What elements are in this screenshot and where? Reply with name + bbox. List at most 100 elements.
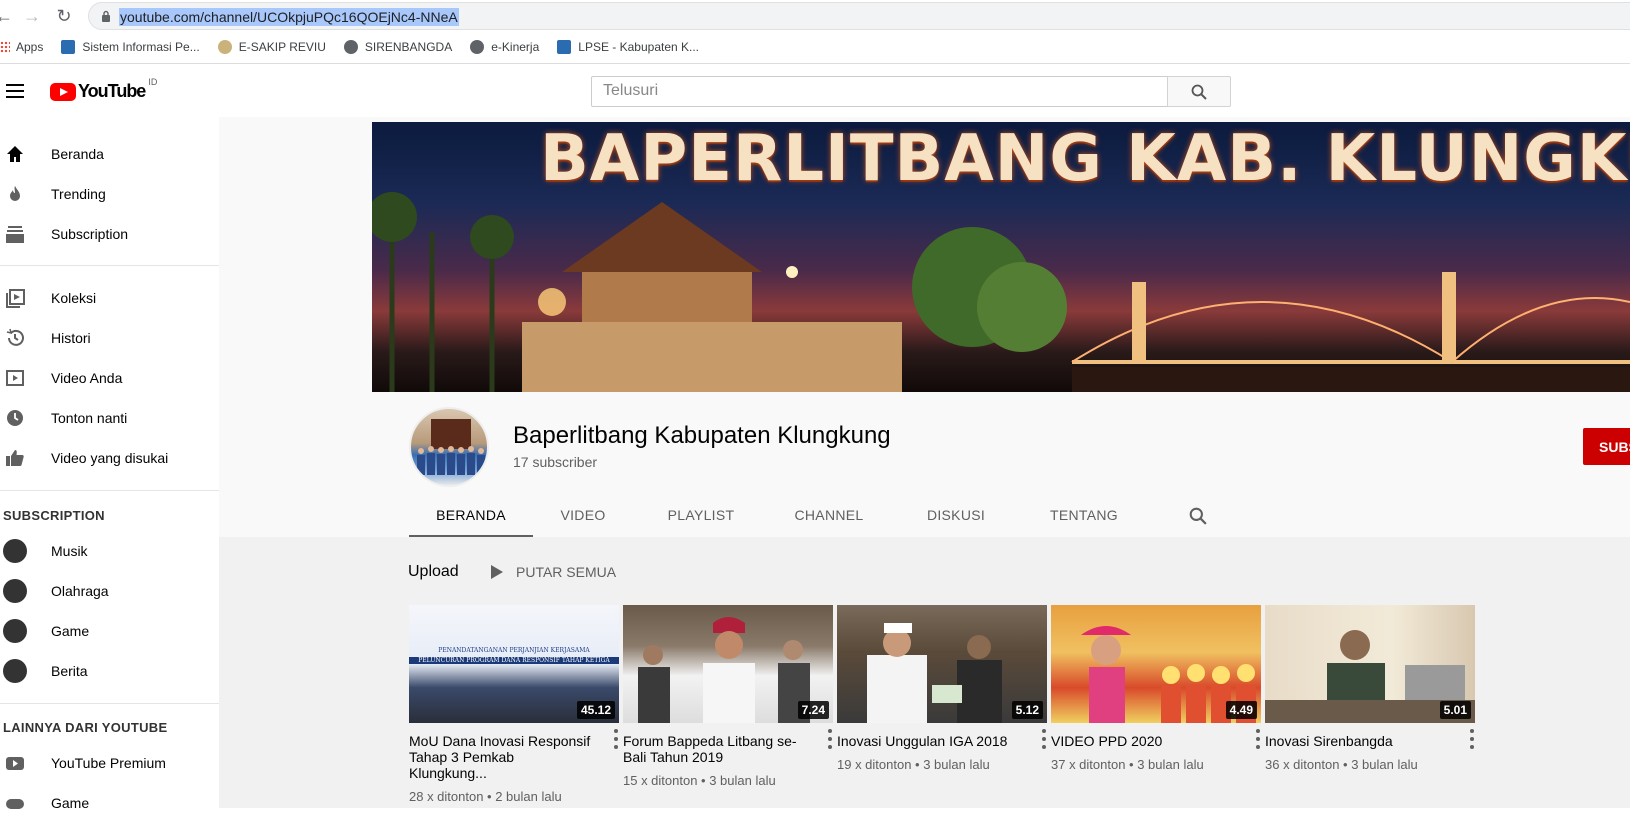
- bookmark-sirenbangda[interactable]: SIRENBANGDA: [343, 40, 452, 54]
- sidebar: Beranda Trending Subscription Koleksi Hi…: [0, 117, 219, 811]
- flame-icon: [10, 186, 20, 201]
- sidebar-item-video-disukai[interactable]: Video yang disukai: [0, 438, 219, 478]
- sidebar-item-histori[interactable]: Histori: [0, 318, 219, 358]
- youtube-header: YouTube ID Telusuri: [0, 65, 1630, 117]
- video-card[interactable]: PENANDATANGANAN PERJANJIAN KERJASAMA PEL…: [409, 605, 619, 804]
- video-card[interactable]: 4.49 VIDEO PPD 2020 37 x ditonton • 3 bu…: [1051, 605, 1261, 772]
- tab-video[interactable]: VIDEO: [545, 490, 621, 538]
- gamepad-icon: [6, 799, 24, 809]
- news-channel-icon: [3, 659, 27, 683]
- group-photo-image: [417, 419, 485, 475]
- video-thumbnail[interactable]: 5.12: [837, 605, 1047, 723]
- sidebar-item-game-2[interactable]: Game: [0, 783, 219, 823]
- play-all-button[interactable]: PUTAR SEMUA: [491, 564, 616, 580]
- gaming-channel-icon: [3, 619, 27, 643]
- video-card[interactable]: 5.01 Inovasi Sirenbangda 36 x ditonton •…: [1265, 605, 1475, 772]
- bookmark-e-kinerja[interactable]: e-Kinerja: [470, 40, 539, 54]
- sidebar-divider: [0, 703, 219, 704]
- globe-icon: [343, 40, 358, 54]
- library-icon: [6, 289, 25, 308]
- emblem-icon: [217, 40, 232, 54]
- search-button[interactable]: [1167, 76, 1231, 107]
- reload-icon[interactable]: ↻: [52, 4, 76, 28]
- forward-arrow-icon[interactable]: →: [20, 4, 44, 28]
- back-arrow-icon[interactable]: ←: [0, 4, 16, 28]
- sidebar-item-musik[interactable]: Musik: [0, 531, 219, 571]
- bookmark-sistem-informasi[interactable]: Sistem Informasi Pe...: [61, 40, 200, 54]
- sidebar-item-trending[interactable]: Trending: [0, 174, 219, 214]
- bookmark-lpse[interactable]: LPSE - Kabupaten K...: [557, 40, 699, 54]
- video-meta: 37 x ditonton • 3 bulan lalu: [1051, 757, 1204, 772]
- youtube-logo[interactable]: YouTube ID: [50, 77, 157, 102]
- tab-beranda[interactable]: BERANDA: [409, 490, 533, 538]
- video-duration: 4.49: [1225, 701, 1257, 719]
- browser-chrome: ← → ↻ youtube.com/channel/UCOkpjuPQc16QO…: [0, 0, 1630, 64]
- bookmark-e-sakip[interactable]: E-SAKIP REVIU: [217, 40, 326, 54]
- tab-channel[interactable]: CHANNEL: [775, 490, 883, 538]
- bookmarks-bar: Apps Sistem Informasi Pe... E-SAKIP REVI…: [0, 36, 717, 58]
- tab-diskusi[interactable]: DISKUSI: [909, 490, 1003, 538]
- sidebar-item-youtube-premium[interactable]: YouTube Premium: [0, 743, 219, 783]
- more-vert-icon[interactable]: [1041, 729, 1047, 749]
- menu-icon[interactable]: [6, 84, 24, 98]
- channel-header: Baperlitbang Kabupaten Klungkung 17 subs…: [219, 392, 1630, 538]
- sidebar-item-olahraga[interactable]: Olahraga: [0, 571, 219, 611]
- sidebar-item-koleksi[interactable]: Koleksi: [0, 278, 219, 318]
- video-title[interactable]: Inovasi Unggulan IGA 2018: [837, 733, 1019, 749]
- tab-tentang[interactable]: TENTANG: [1029, 490, 1139, 538]
- your-videos-icon: [6, 370, 24, 386]
- more-vert-icon[interactable]: [827, 729, 833, 749]
- video-title[interactable]: VIDEO PPD 2020: [1051, 733, 1233, 749]
- video-title[interactable]: Inovasi Sirenbangda: [1265, 733, 1447, 749]
- video-card[interactable]: 5.12 Inovasi Unggulan IGA 2018 19 x dito…: [837, 605, 1047, 772]
- globe-icon: [470, 40, 485, 54]
- sidebar-item-game[interactable]: Game: [0, 611, 219, 651]
- more-vert-icon[interactable]: [613, 729, 619, 749]
- tab-playlist[interactable]: PLAYLIST: [651, 490, 751, 538]
- video-duration: 7.24: [797, 701, 829, 719]
- channel-banner: BAPERLITBANG KAB. KLUNGKUNG: [372, 122, 1630, 392]
- video-thumbnail[interactable]: 7.24: [623, 605, 833, 723]
- sidebar-item-subscription[interactable]: Subscription: [0, 214, 219, 254]
- video-title[interactable]: MoU Dana Inovasi Responsif Tahap 3 Pemka…: [409, 733, 591, 781]
- search-icon: [1191, 84, 1207, 100]
- subscribe-button[interactable]: SUBSCRIBE: [1583, 428, 1630, 465]
- channel-name: Baperlitbang Kabupaten Klungkung: [513, 422, 891, 449]
- clock-icon: [7, 410, 23, 426]
- play-icon: [491, 565, 503, 579]
- youtube-premium-icon: [6, 757, 24, 770]
- channel-avatar[interactable]: [409, 407, 489, 487]
- url-text[interactable]: youtube.com/channel/UCOkpjuPQc16QOEjNc4-…: [119, 8, 459, 26]
- channel-search-button[interactable]: [1186, 490, 1210, 538]
- video-title[interactable]: Forum Bappeda Litbang se-Bali Tahun 2019: [623, 733, 805, 765]
- video-thumbnail[interactable]: 5.01: [1265, 605, 1475, 723]
- uploads-title[interactable]: Upload: [408, 563, 459, 581]
- more-vert-icon[interactable]: [1469, 729, 1475, 749]
- uploads-section: Upload PUTAR SEMUA PENANDATANGANAN PERJA…: [219, 537, 1630, 808]
- apps-grid-icon: [0, 41, 10, 53]
- search-input[interactable]: Telusuri: [591, 76, 1168, 107]
- thumbs-up-icon: [6, 450, 24, 466]
- music-channel-icon: [3, 539, 27, 563]
- address-bar[interactable]: youtube.com/channel/UCOkpjuPQc16QOEjNc4-…: [88, 2, 1630, 30]
- more-vert-icon[interactable]: [1255, 729, 1261, 749]
- video-duration: 5.12: [1011, 701, 1043, 719]
- video-meta: 28 x ditonton • 2 bulan lalu: [409, 789, 562, 804]
- channel-page: BAPERLITBANG KAB. KLUNGKUNG Baperlitbang…: [219, 117, 1630, 808]
- video-thumbnail[interactable]: 4.49: [1051, 605, 1261, 723]
- sidebar-item-berita[interactable]: Berita: [0, 651, 219, 691]
- sports-channel-icon: [3, 579, 27, 603]
- video-meta: 15 x ditonton • 3 bulan lalu: [623, 773, 776, 788]
- history-icon: [6, 328, 24, 346]
- video-thumbnail[interactable]: PENANDATANGANAN PERJANJIAN KERJASAMA PEL…: [409, 605, 619, 723]
- sidebar-item-tonton-nanti[interactable]: Tonton nanti: [0, 398, 219, 438]
- sidebar-item-beranda[interactable]: Beranda: [0, 134, 219, 174]
- sidebar-item-video-anda[interactable]: Video Anda: [0, 358, 219, 398]
- subscriber-count: 17 subscriber: [513, 454, 598, 470]
- search-icon: [1189, 507, 1207, 525]
- bookmark-apps[interactable]: Apps: [0, 40, 43, 54]
- sidebar-divider: [0, 265, 219, 266]
- subscription-heading: SUBSCRIPTION: [3, 508, 105, 523]
- video-meta: 19 x ditonton • 3 bulan lalu: [837, 757, 990, 772]
- video-card[interactable]: 7.24 Forum Bappeda Litbang se-Bali Tahun…: [623, 605, 833, 788]
